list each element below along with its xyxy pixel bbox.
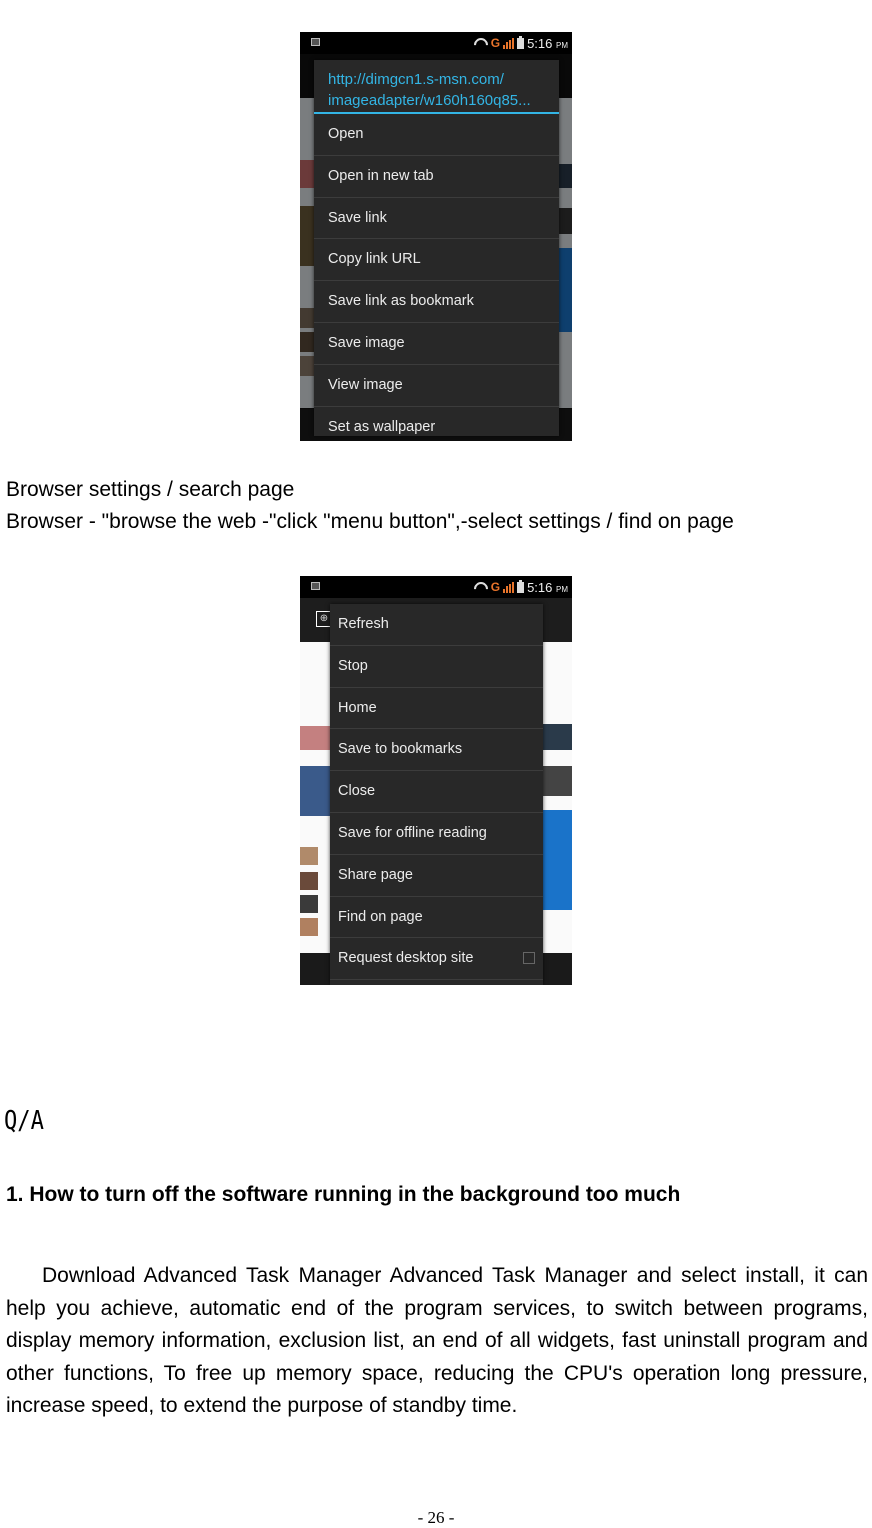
signal-icon [503, 37, 515, 49]
menu-item-stop[interactable]: Stop [330, 646, 543, 688]
link-url-title: http://dimgcn1.s-msn.com/ imageadapter/w… [314, 60, 559, 114]
menu-item-set-as-wallpaper[interactable]: Set as wallpaper [314, 407, 559, 436]
status-clock: 5:16 PM [527, 579, 568, 595]
menu-item-close[interactable]: Close [330, 771, 543, 813]
menu-item-find-on-page[interactable]: Find on page [330, 897, 543, 939]
status-bar: G 5:16 PM [300, 576, 572, 598]
menu-item-share-page[interactable]: Share page [330, 855, 543, 897]
battery-icon [517, 35, 525, 49]
caption-title: Browser settings / search page [6, 478, 295, 501]
page-number: - 26 - [417, 1508, 455, 1527]
answer-1: Download Advanced Task Manager Advanced … [6, 1264, 868, 1418]
menu-item-open-in-new-tab[interactable]: Open in new tab [314, 156, 559, 198]
status-clock: 5:16 PM [527, 35, 568, 51]
battery-icon [517, 579, 525, 593]
screenshot-link-context-menu: G 5:16 PM http://dimgcn1.s-msn.com/ imag… [300, 32, 572, 441]
caption-instructions: Browser - "browse the web -"click "menu … [6, 510, 734, 533]
wifi-icon [474, 582, 488, 592]
question-1: 1. How to turn off the software running … [6, 1183, 681, 1206]
menu-item-copy-link-url[interactable]: Copy link URL [314, 239, 559, 282]
menu-item-home[interactable]: Home [330, 688, 543, 730]
browser-options-menu: Refresh Stop Home Save to bookmarks Clos… [330, 604, 543, 985]
screenshot-browser-menu: ⊕ G 5:16 PM Refresh Stop Home Save to bo… [300, 576, 572, 985]
status-bar: G 5:16 PM [300, 32, 572, 54]
menu-item-view-image[interactable]: View image [314, 365, 559, 407]
notification-icon [311, 38, 320, 46]
menu-item-request-desktop-site[interactable]: Request desktop site [330, 938, 543, 981]
notification-icon [311, 582, 320, 590]
menu-item-save-for-offline-reading[interactable]: Save for offline reading [330, 813, 543, 855]
menu-item-refresh[interactable]: Refresh [330, 604, 543, 646]
menu-item-save-image[interactable]: Save image [314, 323, 559, 365]
network-type: G [490, 580, 501, 594]
menu-item-save-link[interactable]: Save link [314, 198, 559, 240]
link-context-menu: http://dimgcn1.s-msn.com/ imageadapter/w… [314, 60, 559, 436]
menu-item-save-to-bookmarks[interactable]: Save to bookmarks [330, 729, 543, 772]
signal-icon [503, 581, 515, 593]
network-type: G [490, 36, 501, 50]
desktop-site-checkbox[interactable] [523, 952, 535, 965]
menu-item-open[interactable]: Open [314, 114, 559, 156]
qa-heading: Q/A [4, 1106, 44, 1136]
menu-item-save-link-as-bookmark[interactable]: Save link as bookmark [314, 281, 559, 323]
wifi-icon [474, 38, 488, 48]
